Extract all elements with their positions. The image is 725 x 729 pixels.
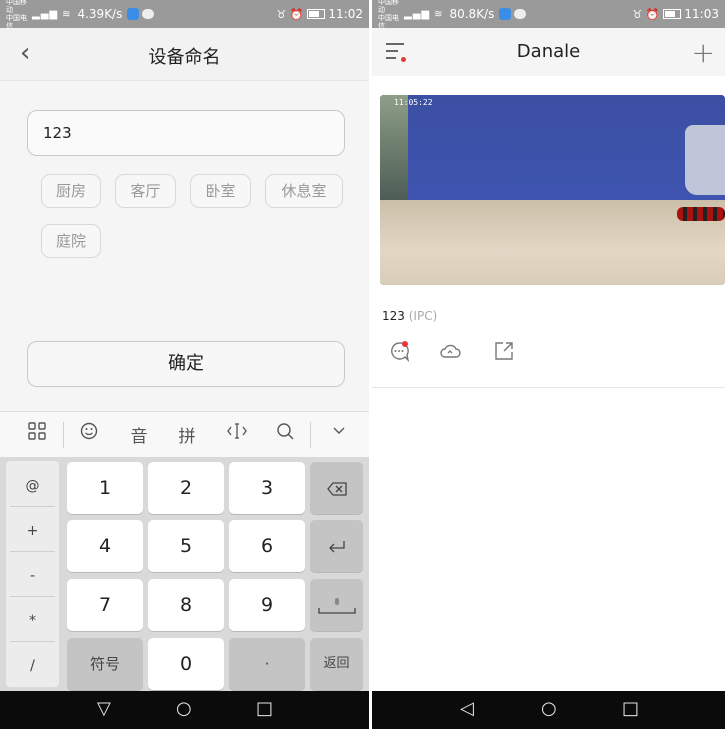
chip-kitchen[interactable]: 厨房: [41, 174, 101, 208]
nav-back-icon[interactable]: ▽: [97, 698, 111, 719]
vibrate-alarm-icons: ♉ ⏰: [632, 7, 660, 21]
device-name-input[interactable]: 123: [27, 110, 345, 156]
device-name: 123: [382, 309, 405, 323]
key-9[interactable]: 9: [229, 579, 305, 631]
network-speed: 80.8K/s: [449, 7, 495, 21]
key-asterisk[interactable]: *: [6, 613, 59, 629]
key-at[interactable]: @: [6, 478, 59, 494]
numeric-keypad: @ + - * / 1 2 3 4 5 6 7 8 9 符号 0 · 返回: [0, 457, 369, 691]
wifi-icon: ≋: [62, 8, 72, 20]
message-icon[interactable]: [388, 340, 410, 363]
keyboard-toolbar: 音 拼: [0, 411, 369, 458]
network-speed: 4.39K/s: [77, 7, 123, 21]
app-bar: Danale +: [372, 28, 725, 76]
nav-home-icon[interactable]: ○: [176, 698, 192, 719]
chip-lounge[interactable]: 休息室: [265, 174, 343, 208]
right-phone-screen: 中国移动 中国电信 ▂▄▆ ≋ 80.8K/s ♉ ⏰ 11:03 Danale…: [372, 0, 725, 729]
space-key[interactable]: [310, 579, 363, 631]
chip-courtyard[interactable]: 庭院: [41, 224, 101, 258]
key-8[interactable]: 8: [148, 579, 224, 631]
cursor-icon[interactable]: [222, 422, 252, 445]
device-type: (IPC): [408, 309, 438, 323]
pinyin-key[interactable]: 拼: [172, 422, 202, 447]
carrier-labels: 中国移动 中国电信: [6, 0, 32, 30]
voice-input-key[interactable]: 音: [124, 422, 154, 447]
nav-recents-icon[interactable]: □: [256, 698, 273, 719]
clock: 11:02: [328, 7, 363, 21]
chip-living-room[interactable]: 客厅: [115, 174, 176, 208]
divider: [372, 387, 725, 388]
symbols-key[interactable]: 符号: [67, 638, 143, 690]
key-4[interactable]: 4: [67, 520, 143, 572]
page-title: 设备命名: [148, 47, 221, 68]
backspace-key[interactable]: [310, 462, 363, 514]
chat-notification-icon: [514, 9, 527, 19]
key-0[interactable]: 0: [148, 638, 224, 690]
key-6[interactable]: 6: [229, 520, 305, 572]
return-key[interactable]: 返回: [310, 638, 363, 690]
key-2[interactable]: 2: [148, 462, 224, 514]
key-slash[interactable]: /: [6, 658, 59, 674]
key-plus[interactable]: +: [6, 523, 59, 539]
device-label: 123 (IPC): [382, 309, 437, 323]
nav-back-icon[interactable]: ◁: [460, 698, 474, 719]
camera-preview[interactable]: 11:05:22: [380, 95, 725, 285]
search-icon[interactable]: [270, 422, 300, 445]
battery-icon: [663, 9, 682, 19]
key-1[interactable]: 1: [67, 462, 143, 514]
camera-wall: [380, 95, 725, 207]
carrier-1: 中国移动: [6, 0, 27, 14]
collapse-keyboard-icon[interactable]: [324, 422, 354, 443]
app-title: Danale: [516, 41, 581, 62]
chip-bedroom[interactable]: 卧室: [190, 174, 251, 208]
camera-timestamp: 11:05:22: [394, 98, 433, 107]
app-notification-icon: [499, 8, 512, 20]
camera-shelf: [380, 95, 408, 205]
confirm-button[interactable]: 确定: [27, 341, 345, 387]
title-bar: ‹ 设备命名: [0, 28, 369, 81]
chat-notification-icon: [142, 9, 155, 19]
system-nav-bar-right: ◁ ○ □: [372, 691, 725, 729]
key-minus[interactable]: -: [6, 568, 59, 584]
carrier-1: 中国移动: [378, 0, 399, 14]
dot-key[interactable]: ·: [229, 638, 305, 690]
wifi-icon: ≋: [434, 8, 444, 20]
clock: 11:03: [684, 7, 719, 21]
symbol-column: @ + - * /: [6, 461, 59, 687]
status-bar: 中国移动 中国电信 ▂▄▆ ≋ 4.39K/s ♉ ⏰ 11:02: [0, 0, 369, 30]
key-3[interactable]: 3: [229, 462, 305, 514]
carrier-labels-right: 中国移动 中国电信: [378, 0, 404, 30]
cloud-icon[interactable]: [439, 340, 461, 362]
signal-icon: ▂▄▆: [32, 8, 59, 20]
signal-icon: ▂▄▆: [404, 8, 431, 20]
emoji-icon[interactable]: [74, 422, 104, 445]
camera-red-object: [677, 207, 725, 221]
vibrate-alarm-icons: ♉ ⏰: [276, 7, 304, 21]
key-7[interactable]: 7: [67, 579, 143, 631]
camera-desk: [380, 200, 725, 285]
camera-cloth: [685, 125, 725, 195]
key-5[interactable]: 5: [148, 520, 224, 572]
app-notification-icon: [127, 8, 140, 20]
enter-key[interactable]: [310, 520, 363, 572]
share-icon[interactable]: [493, 340, 515, 362]
add-device-icon[interactable]: +: [692, 36, 715, 69]
left-phone-screen: 中国移动 中国电信 ▂▄▆ ≋ 4.39K/s ♉ ⏰ 11:02 ‹ 设备命名…: [0, 0, 369, 729]
nav-recents-icon[interactable]: □: [622, 698, 639, 719]
status-bar-right: 中国移动 中国电信 ▂▄▆ ≋ 80.8K/s ♉ ⏰ 11:03: [372, 0, 725, 30]
keyboard-layout-icon[interactable]: [22, 422, 52, 445]
system-nav-bar: ▽ ○ □: [0, 691, 369, 729]
nav-home-icon[interactable]: ○: [541, 698, 557, 719]
battery-icon: [307, 9, 326, 19]
